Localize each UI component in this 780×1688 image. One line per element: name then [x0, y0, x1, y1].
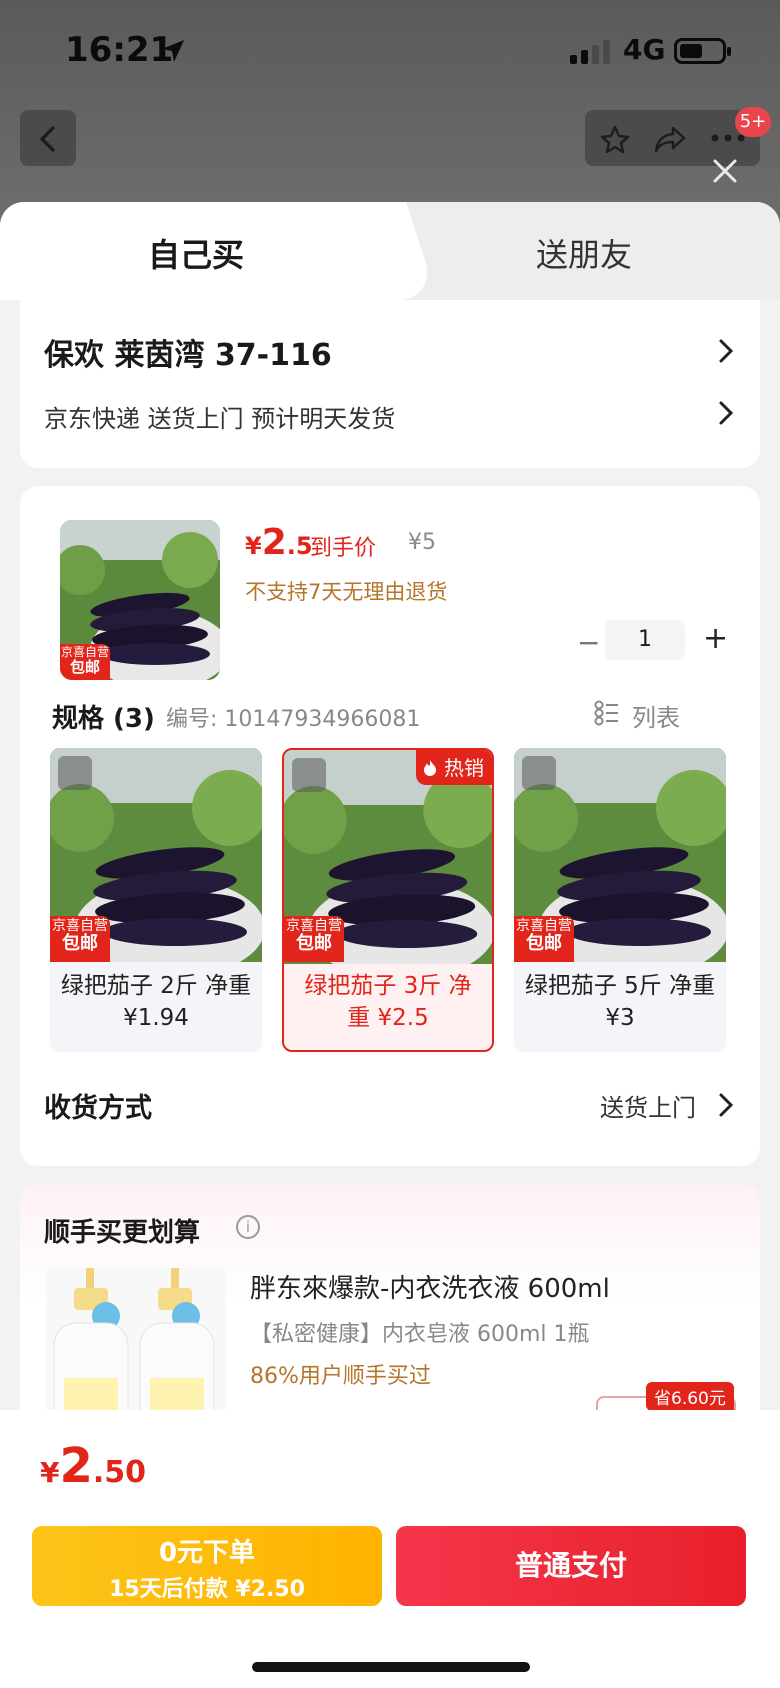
addon-product-name[interactable]: 胖东來爆款-内衣洗衣液 600ml [250, 1268, 610, 1305]
jd-self-operated-tag: 京喜自营 包邮 [514, 916, 574, 962]
expand-icon[interactable] [58, 756, 92, 790]
home-indicator [252, 1662, 530, 1672]
star-icon[interactable] [599, 124, 631, 156]
chevron-right-icon[interactable] [718, 1092, 734, 1118]
close-icon[interactable] [710, 156, 740, 186]
signal-icon [570, 40, 610, 64]
share-icon[interactable] [653, 124, 687, 154]
variant-option[interactable]: 京喜自营 包邮 绿把茄子 2斤 净重 ¥1.94 [50, 748, 262, 1052]
delivery-info: 京东快递 送货上门 预计明天发货 [44, 405, 396, 433]
network-type: 4G [623, 33, 666, 66]
status-time: 16:21 [65, 30, 174, 70]
variant-name: 绿把茄子 5斤 净重 ¥3 [524, 973, 716, 1031]
quantity-input[interactable]: 1 [605, 620, 685, 660]
variant-option[interactable]: 京喜自营 包邮 绿把茄子 5斤 净重 ¥3 [514, 748, 726, 1052]
total-price: ¥2.50 [40, 1438, 147, 1494]
status-bar: 16:21 4G [0, 0, 780, 100]
product-thumbnail[interactable]: 京喜自营 包邮 [60, 520, 220, 680]
expand-icon[interactable] [292, 758, 326, 792]
jd-self-operated-tag: 京喜自营 包邮 [60, 644, 110, 680]
chevron-left-icon [40, 126, 55, 152]
product-card: 京喜自营 包邮 ¥2.5 到手价 ¥5 不支持7天无理由退货 − 1 + 规格 … [20, 486, 760, 1166]
location-arrow-icon [162, 40, 184, 62]
notification-badge: 5+ [735, 107, 771, 137]
receiving-method-label: 收货方式 [44, 1093, 152, 1124]
pay-later-button[interactable]: 0元下单 15天后付款 ¥2.50 [32, 1526, 382, 1606]
tab-bar: 自己买 送朋友 [0, 202, 780, 300]
sku-number: 编号: 10147934966081 [166, 707, 421, 732]
original-price: ¥5 [408, 530, 436, 555]
back-button[interactable] [20, 110, 76, 166]
addon-buy-rate: 86%用户顺手买过 [250, 1364, 431, 1389]
jd-self-operated-tag: 京喜自营 包邮 [284, 916, 344, 962]
quantity-decrease-button[interactable]: − [577, 626, 600, 659]
chevron-right-icon [719, 339, 734, 363]
flame-icon [423, 760, 436, 776]
tab-self-label[interactable]: 自己买 [148, 230, 244, 276]
variant-option-selected[interactable]: 热销 京喜自营 包邮 绿把茄子 3斤 净重 ¥2.5 [282, 748, 494, 1052]
quantity-increase-button[interactable]: + [703, 621, 728, 656]
address-name: 保欢 莱茵湾 37-116 [44, 338, 332, 373]
final-price-label: 到手价 [310, 536, 377, 561]
variant-name: 绿把茄子 2斤 净重 ¥1.94 [60, 973, 252, 1031]
list-icon [594, 700, 618, 726]
address-card[interactable]: 保欢 莱茵湾 37-116 京东快递 送货上门 预计明天发货 [20, 300, 760, 468]
return-policy: 不支持7天无理由退货 [245, 580, 448, 604]
more-icon[interactable] [711, 134, 745, 142]
chevron-right-icon[interactable] [718, 400, 734, 426]
save-badge: 省6.60元 [646, 1382, 734, 1411]
final-price: ¥2.5 [245, 522, 313, 563]
addon-product-desc: 【私密健康】内衣皂液 600ml 1瓶 [250, 1322, 590, 1347]
info-icon[interactable]: i [236, 1215, 260, 1239]
hot-sale-badge: 热销 [415, 750, 492, 785]
battery-icon [674, 38, 731, 64]
normal-pay-button[interactable]: 普通支付 [396, 1526, 746, 1606]
list-view-button[interactable]: 列表 [594, 698, 680, 733]
jd-self-operated-tag: 京喜自营 包邮 [50, 916, 110, 962]
expand-icon[interactable] [522, 756, 556, 790]
checkout-bar: ¥2.50 0元下单 15天后付款 ¥2.50 普通支付 [0, 1410, 780, 1688]
tab-gift-friend[interactable]: 送朋友 [536, 230, 632, 276]
variant-name: 绿把茄子 3斤 净重 ¥2.5 [304, 973, 472, 1031]
spec-title: 规格 (3) [52, 704, 155, 734]
receiving-method-value[interactable]: 送货上门 [600, 1088, 696, 1123]
addon-title: 顺手买更划算 [44, 1218, 201, 1248]
